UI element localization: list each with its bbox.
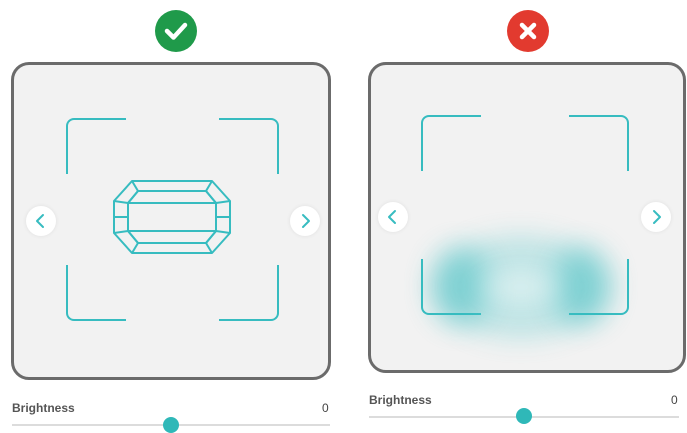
chevron-left-icon (388, 210, 396, 224)
next-button[interactable] (641, 202, 671, 232)
example-panel-incorrect: Brightness 0 (357, 0, 687, 430)
previous-button[interactable] (378, 202, 408, 232)
viewfinder-corner (219, 265, 279, 321)
camera-viewfinder (368, 62, 686, 373)
viewfinder-corner (569, 115, 629, 171)
chevron-right-icon (302, 214, 310, 228)
camera-viewfinder (11, 62, 331, 380)
brightness-label: Brightness (12, 401, 75, 415)
brightness-value: 0 (322, 401, 329, 415)
previous-button[interactable] (26, 206, 56, 236)
blurred-gem-image (431, 227, 611, 347)
checkmark-icon (155, 10, 197, 52)
chevron-right-icon (653, 210, 661, 224)
brightness-slider-thumb[interactable] (163, 417, 179, 433)
viewfinder-corner (66, 118, 126, 174)
viewfinder-corner (421, 115, 481, 171)
brightness-value: 0 (671, 393, 678, 407)
brightness-slider-thumb[interactable] (516, 408, 532, 424)
chevron-left-icon (36, 214, 44, 228)
viewfinder-corner (219, 118, 279, 174)
next-button[interactable] (290, 206, 320, 236)
brightness-label: Brightness (369, 393, 432, 407)
close-icon (507, 10, 549, 52)
emerald-cut-gem-icon (113, 180, 231, 254)
example-panel-correct: Brightness 0 (0, 0, 331, 433)
viewfinder-corner (66, 265, 126, 321)
